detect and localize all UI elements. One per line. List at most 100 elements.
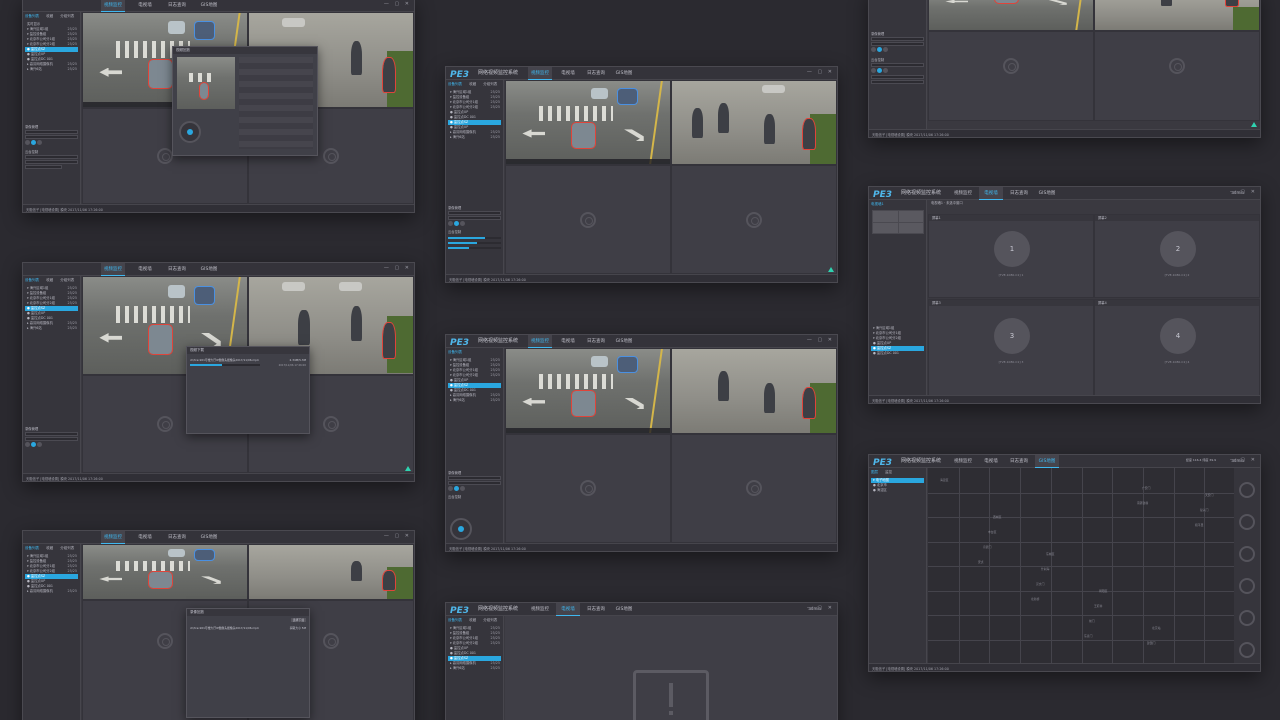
tab-log[interactable]: 日志查询 xyxy=(584,67,608,80)
window-controls-icon[interactable]: — ▢ ✕ xyxy=(384,1,411,7)
time-start-field[interactable] xyxy=(25,432,78,436)
time-start-field[interactable] xyxy=(448,476,501,480)
tab-video[interactable]: 视频监控 xyxy=(528,67,552,80)
ptz-control-icon[interactable] xyxy=(179,121,201,143)
tab-video[interactable]: 视频监控 xyxy=(951,455,975,468)
tree-row[interactable]: ▸ 海兴6站 25/25 xyxy=(448,398,501,403)
ptz-control-icon[interactable] xyxy=(450,518,472,540)
preset-field[interactable] xyxy=(871,75,924,79)
tab-video[interactable]: 视频监控 xyxy=(101,531,125,544)
tab-gis[interactable]: GIS地图 xyxy=(1035,187,1059,200)
time-end-field[interactable] xyxy=(448,481,501,485)
sidebar-tab-devices[interactable]: 设备列表 xyxy=(25,278,39,282)
time-start-field[interactable] xyxy=(448,211,501,215)
map-camera-icon[interactable] xyxy=(1239,482,1255,498)
tab-log[interactable]: 日志查询 xyxy=(165,263,189,276)
speed-slider[interactable] xyxy=(448,242,501,244)
tree-row[interactable]: ▸ 海兴6站 25/25 xyxy=(448,666,501,671)
tree-row[interactable]: ● 海淀区 xyxy=(871,488,924,493)
tab-log[interactable]: 日志查询 xyxy=(1007,187,1031,200)
tab-tvwall[interactable]: 电视墙 xyxy=(556,67,580,80)
prev-icon[interactable] xyxy=(871,47,876,52)
map-camera-icon[interactable] xyxy=(1239,546,1255,562)
tab-tvwall[interactable]: 电视墙 xyxy=(556,603,580,616)
tab-tvwall[interactable]: 电视墙 xyxy=(133,263,157,276)
tab-log[interactable]: 日志查询 xyxy=(1007,455,1031,468)
map-tab-layers[interactable]: 图层 xyxy=(871,470,878,474)
tab-tvwall[interactable]: 电视墙 xyxy=(979,455,1003,468)
tree-row[interactable]: ▸ 海兴6站 25/25 xyxy=(25,67,78,72)
sidebar-tab-favorites[interactable]: 收藏 xyxy=(469,618,476,622)
tab-tvwall[interactable]: 电视墙 xyxy=(556,335,580,348)
video-cell-road[interactable] xyxy=(505,348,671,434)
tab-log[interactable]: 日志查询 xyxy=(584,603,608,616)
tab-gis[interactable]: GIS地图 xyxy=(197,263,221,276)
tab-video[interactable]: 视频监控 xyxy=(528,335,552,348)
video-toolbar[interactable] xyxy=(506,159,670,165)
sidebar-tab-favorites[interactable]: 收藏 xyxy=(46,546,53,550)
video-cell-empty[interactable] xyxy=(505,165,671,274)
map-camera-icon[interactable] xyxy=(1239,642,1255,658)
gis-map[interactable]: 海淀区 西城区 东城区 朝阳区 北京站 天安门 丰台区 什刹海 王府井 建国门 复兴门 宣武门 崇文门前… xyxy=(928,468,1235,664)
tab-log[interactable]: 日志查询 xyxy=(165,0,189,12)
map-camera-icon[interactable] xyxy=(1239,514,1255,530)
resize-handle-icon[interactable] xyxy=(405,466,411,471)
map-camera-icon[interactable] xyxy=(1239,610,1255,626)
video-cell-sidewalk[interactable] xyxy=(671,348,837,434)
next-icon[interactable] xyxy=(460,486,465,491)
map-tab-cameras[interactable]: 监控 xyxy=(885,470,892,474)
window-controls-icon[interactable]: — ▢ ✕ xyxy=(807,605,834,611)
next-icon[interactable] xyxy=(460,221,465,226)
video-cell-empty[interactable] xyxy=(671,433,837,543)
video-cell-sidewalk[interactable] xyxy=(1094,0,1260,31)
play-icon[interactable] xyxy=(454,486,459,491)
resize-handle-icon[interactable] xyxy=(828,267,834,272)
video-cell-road[interactable] xyxy=(928,0,1094,31)
sidebar-tab-groups[interactable]: 分组列表 xyxy=(60,546,74,550)
tab-gis[interactable]: GIS地图 xyxy=(612,603,636,616)
sidebar-tab-favorites[interactable]: 收藏 xyxy=(46,14,53,18)
tab-gis[interactable]: GIS地图 xyxy=(612,67,636,80)
tree-row[interactable]: ▸ 海兴6站 25/25 xyxy=(448,135,501,140)
tab-tvwall[interactable]: 电视墙 xyxy=(133,531,157,544)
tvwall-screen[interactable]: 屏幕2 2 [TVE-1080-C1] 2 xyxy=(1094,214,1260,298)
window-controls-icon[interactable]: — ▢ ✕ xyxy=(807,337,834,343)
sidebar-tab-groups[interactable]: 分组列表 xyxy=(483,618,497,622)
tvwall-layout-thumb[interactable] xyxy=(872,210,924,234)
tab-video[interactable]: 视频监控 xyxy=(101,0,125,12)
tree-row[interactable]: ● 监控点DC 001 xyxy=(871,351,924,356)
play-icon[interactable] xyxy=(454,221,459,226)
sidebar-tab-groups[interactable]: 分组列表 xyxy=(60,278,74,282)
next-icon[interactable] xyxy=(37,140,42,145)
play-icon[interactable] xyxy=(877,47,882,52)
tab-log[interactable]: 日志查询 xyxy=(584,335,608,348)
map-camera-icon[interactable] xyxy=(1239,578,1255,594)
sidebar-tab-favorites[interactable]: 收藏 xyxy=(469,82,476,86)
tab-gis[interactable]: GIS地图 xyxy=(197,531,221,544)
tab-gis[interactable]: GIS地图 xyxy=(1035,455,1059,468)
time-start-field[interactable] xyxy=(25,130,78,134)
video-cell-empty[interactable] xyxy=(505,433,671,543)
tree-row[interactable]: ▸ 海兴6站 25/25 xyxy=(25,326,78,331)
brightness-slider[interactable] xyxy=(448,247,501,249)
prev-icon[interactable] xyxy=(25,140,30,145)
resize-handle-icon[interactable] xyxy=(1251,122,1257,127)
play-icon[interactable] xyxy=(31,442,36,447)
video-toolbar[interactable] xyxy=(506,427,670,433)
sidebar-tab-groups[interactable]: 分组列表 xyxy=(60,14,74,18)
ptz-field[interactable] xyxy=(25,165,63,169)
time-end-field[interactable] xyxy=(871,42,924,46)
window-controls-icon[interactable]: — ▢ ✕ xyxy=(807,69,834,75)
sidebar-tab-favorites[interactable]: 收藏 xyxy=(46,278,53,282)
select-download-button[interactable]: 选择下载 xyxy=(290,618,306,622)
tab-video[interactable]: 视频监控 xyxy=(951,187,975,200)
video-cell-empty[interactable] xyxy=(1094,31,1260,121)
time-end-field[interactable] xyxy=(25,135,78,139)
time-end-field[interactable] xyxy=(448,216,501,220)
sidebar-tab-devices[interactable]: 设备列表 xyxy=(448,82,462,86)
time-start-field[interactable] xyxy=(871,37,924,41)
volume-slider[interactable] xyxy=(448,237,501,239)
window-controls-icon[interactable]: — ▢ ✕ xyxy=(1230,457,1257,463)
sidebar-tab-groups[interactable]: 分组列表 xyxy=(483,82,497,86)
tab-gis[interactable]: GIS地图 xyxy=(197,0,221,12)
